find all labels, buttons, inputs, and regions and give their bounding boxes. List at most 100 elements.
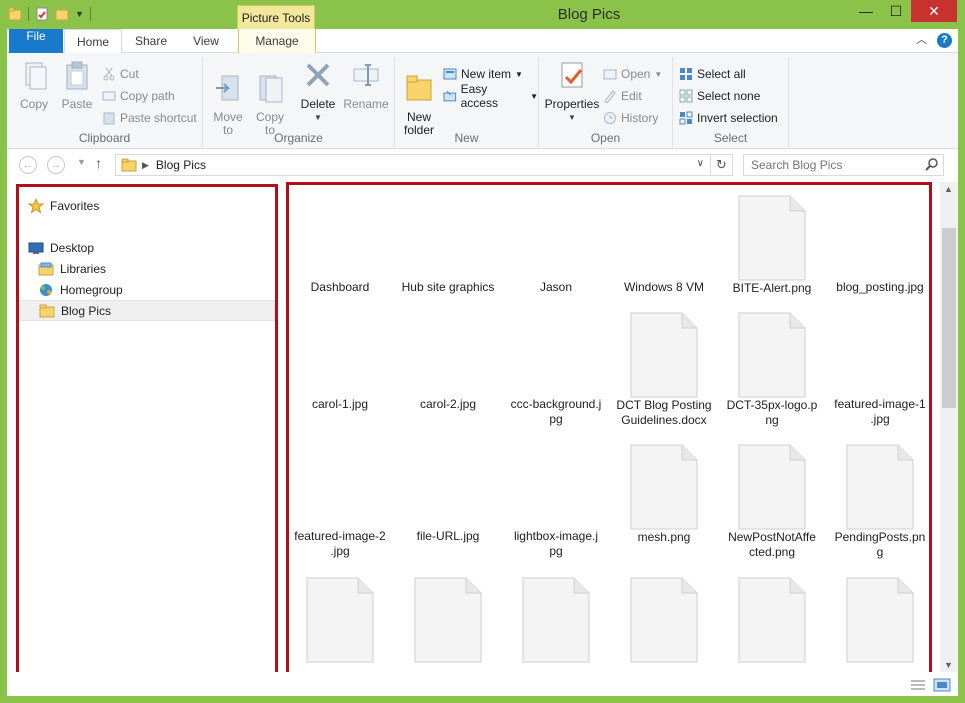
paste-shortcut-button[interactable]: Paste shortcut — [102, 109, 197, 127]
chevron-down-icon[interactable]: ∨ — [697, 158, 704, 169]
chevron-right-icon[interactable]: ▶ — [142, 160, 149, 171]
nav-item-desktop[interactable]: Desktop — [19, 237, 275, 258]
file-item[interactable] — [504, 577, 608, 663]
file-item[interactable]: blog_posting.jpg — [828, 280, 932, 295]
new-item-button[interactable]: New item ▼ — [443, 65, 523, 83]
large-icons-view-icon[interactable] — [933, 678, 951, 692]
address-bar[interactable]: ▶ Blog Pics ∨ ↻ — [115, 154, 733, 176]
file-name-line-1: carol-2.jpg — [419, 397, 477, 411]
open-dropdown-icon: ▼ — [654, 69, 663, 79]
maximize-button[interactable]: ☐ — [881, 0, 911, 22]
copy-button[interactable]: Copy — [15, 59, 53, 111]
copy-to-button[interactable]: Copy to — [251, 59, 289, 137]
select-all-button[interactable]: Select all — [679, 65, 746, 83]
file-item[interactable]: NewPostNotAffe cted.png — [720, 444, 824, 560]
folder-item-hub-site-graphics[interactable]: Hub site graphics — [396, 280, 500, 295]
file-name-line-1: lightbox-image.j — [513, 529, 599, 543]
select-none-label: Select none — [697, 89, 761, 103]
delete-dropdown-icon[interactable]: ▼ — [297, 111, 339, 124]
folder-item-jason[interactable]: Jason — [504, 280, 608, 295]
file-item[interactable]: PendingPosts.pn g — [828, 444, 932, 560]
forward-button[interactable]: → — [47, 156, 65, 174]
select-all-icon — [680, 68, 692, 80]
new-folder-button[interactable]: New folder — [399, 59, 439, 137]
file-item[interactable]: DCT Blog Posting Guidelines.docx — [612, 312, 716, 428]
file-item[interactable]: featured-image-1 .jpg — [828, 397, 932, 427]
customize-toolbar-icon[interactable]: ▼ — [75, 9, 84, 19]
file-item[interactable]: carol-2.jpg — [396, 397, 500, 412]
address-row: ← → ▼ ↑ ▶ Blog Pics ∨ ↻ — [7, 149, 958, 181]
scroll-up-icon[interactable]: ▲ — [944, 184, 953, 194]
properties-dropdown-icon[interactable]: ▼ — [543, 111, 601, 124]
rename-button[interactable]: Rename — [343, 59, 389, 111]
folder-item-dashboard[interactable]: Dashboard — [288, 280, 392, 295]
move-to-button[interactable]: Move to — [209, 59, 247, 137]
back-button[interactable]: ← — [19, 156, 37, 174]
nav-item-libraries[interactable]: Libraries — [19, 258, 275, 279]
cut-button[interactable]: Cut — [102, 65, 139, 83]
breadcrumb[interactable]: Blog Pics — [156, 158, 206, 172]
history-button[interactable]: History — [603, 109, 658, 127]
file-item[interactable]: BITE-Alert.png — [720, 195, 824, 296]
file-item[interactable]: file-URL.jpg — [396, 529, 500, 544]
file-name-line-1: carol-1.jpg — [311, 397, 369, 411]
file-item[interactable]: lightbox-image.j pg — [504, 529, 608, 559]
properties-icon[interactable] — [35, 7, 49, 21]
ribbon-group-organize: Move to Copy to Delete ▼ Rename Organize — [203, 57, 395, 147]
copy-path-button[interactable]: Copy path — [102, 87, 175, 105]
organize-group-label: Organize — [274, 131, 323, 145]
invert-selection-label: Invert selection — [697, 111, 778, 125]
file-item[interactable] — [828, 577, 932, 663]
minimize-button[interactable]: — — [851, 0, 881, 22]
folder-icon[interactable] — [8, 7, 22, 21]
tab-view[interactable]: View — [187, 29, 225, 53]
nav-item-blog-pics[interactable]: Blog Pics — [19, 300, 275, 321]
file-item[interactable] — [396, 577, 500, 663]
file-item[interactable]: carol-1.jpg — [288, 397, 392, 412]
search-icon[interactable] — [924, 157, 940, 173]
scrollbar-thumb[interactable] — [942, 228, 956, 408]
file-item[interactable] — [288, 577, 392, 663]
tab-home[interactable]: Home — [64, 29, 122, 54]
star-icon — [28, 197, 44, 214]
details-view-icon[interactable] — [909, 678, 927, 692]
nav-item-favorites[interactable]: Favorites — [19, 195, 275, 216]
edit-button[interactable]: Edit — [603, 87, 642, 105]
vertical-scrollbar[interactable]: ▲ ▼ — [940, 182, 958, 672]
scroll-down-icon[interactable]: ▼ — [944, 660, 953, 670]
minimize-ribbon-icon[interactable]: ︿ — [916, 33, 927, 48]
new-item-dropdown-icon: ▼ — [515, 69, 523, 79]
file-item[interactable]: mesh.png — [612, 444, 716, 545]
help-button[interactable]: ? — [937, 33, 952, 48]
recent-locations-icon[interactable]: ▼ — [77, 157, 86, 167]
up-arrow-icon[interactable]: ↑ — [95, 155, 102, 171]
file-name: Windows 8 VM — [623, 280, 705, 294]
paste-button[interactable]: Paste — [57, 59, 97, 111]
search-input[interactable] — [743, 154, 944, 176]
open-button[interactable]: Open ▼ — [603, 65, 662, 83]
select-none-icon — [679, 89, 693, 103]
delete-button[interactable]: Delete ▼ — [297, 59, 339, 124]
file-item[interactable] — [720, 577, 824, 663]
file-item[interactable]: DCT-35px-logo.p ng — [720, 312, 824, 428]
select-none-button[interactable]: Select none — [679, 87, 760, 105]
invert-selection-button[interactable]: Invert selection — [679, 109, 778, 127]
refresh-icon[interactable]: ↻ — [710, 155, 732, 175]
nav-item-homegroup[interactable]: Homegroup — [19, 279, 275, 300]
file-thumbnail-icon — [630, 577, 698, 663]
close-button[interactable]: ✕ — [911, 0, 957, 22]
copy-label: Copy — [19, 97, 48, 111]
file-item[interactable]: ccc-background.j pg — [504, 397, 608, 427]
tab-file[interactable]: File — [9, 29, 63, 53]
file-name: blog_posting.jpg — [836, 280, 924, 294]
easy-access-button[interactable]: Easy access ▼ — [443, 82, 538, 110]
nav-label-favorites: Favorites — [50, 198, 100, 213]
properties-button[interactable]: Properties ▼ — [543, 59, 601, 124]
tab-manage[interactable]: Manage — [238, 29, 316, 53]
file-item[interactable]: featured-image-2 .jpg — [288, 529, 392, 559]
new-folder-icon[interactable] — [55, 7, 69, 21]
tab-share[interactable]: Share — [129, 29, 173, 53]
file-name-line-2: pg — [549, 544, 563, 558]
file-item[interactable] — [612, 577, 716, 663]
folder-item-windows-8-vm[interactable]: Windows 8 VM — [612, 280, 716, 295]
